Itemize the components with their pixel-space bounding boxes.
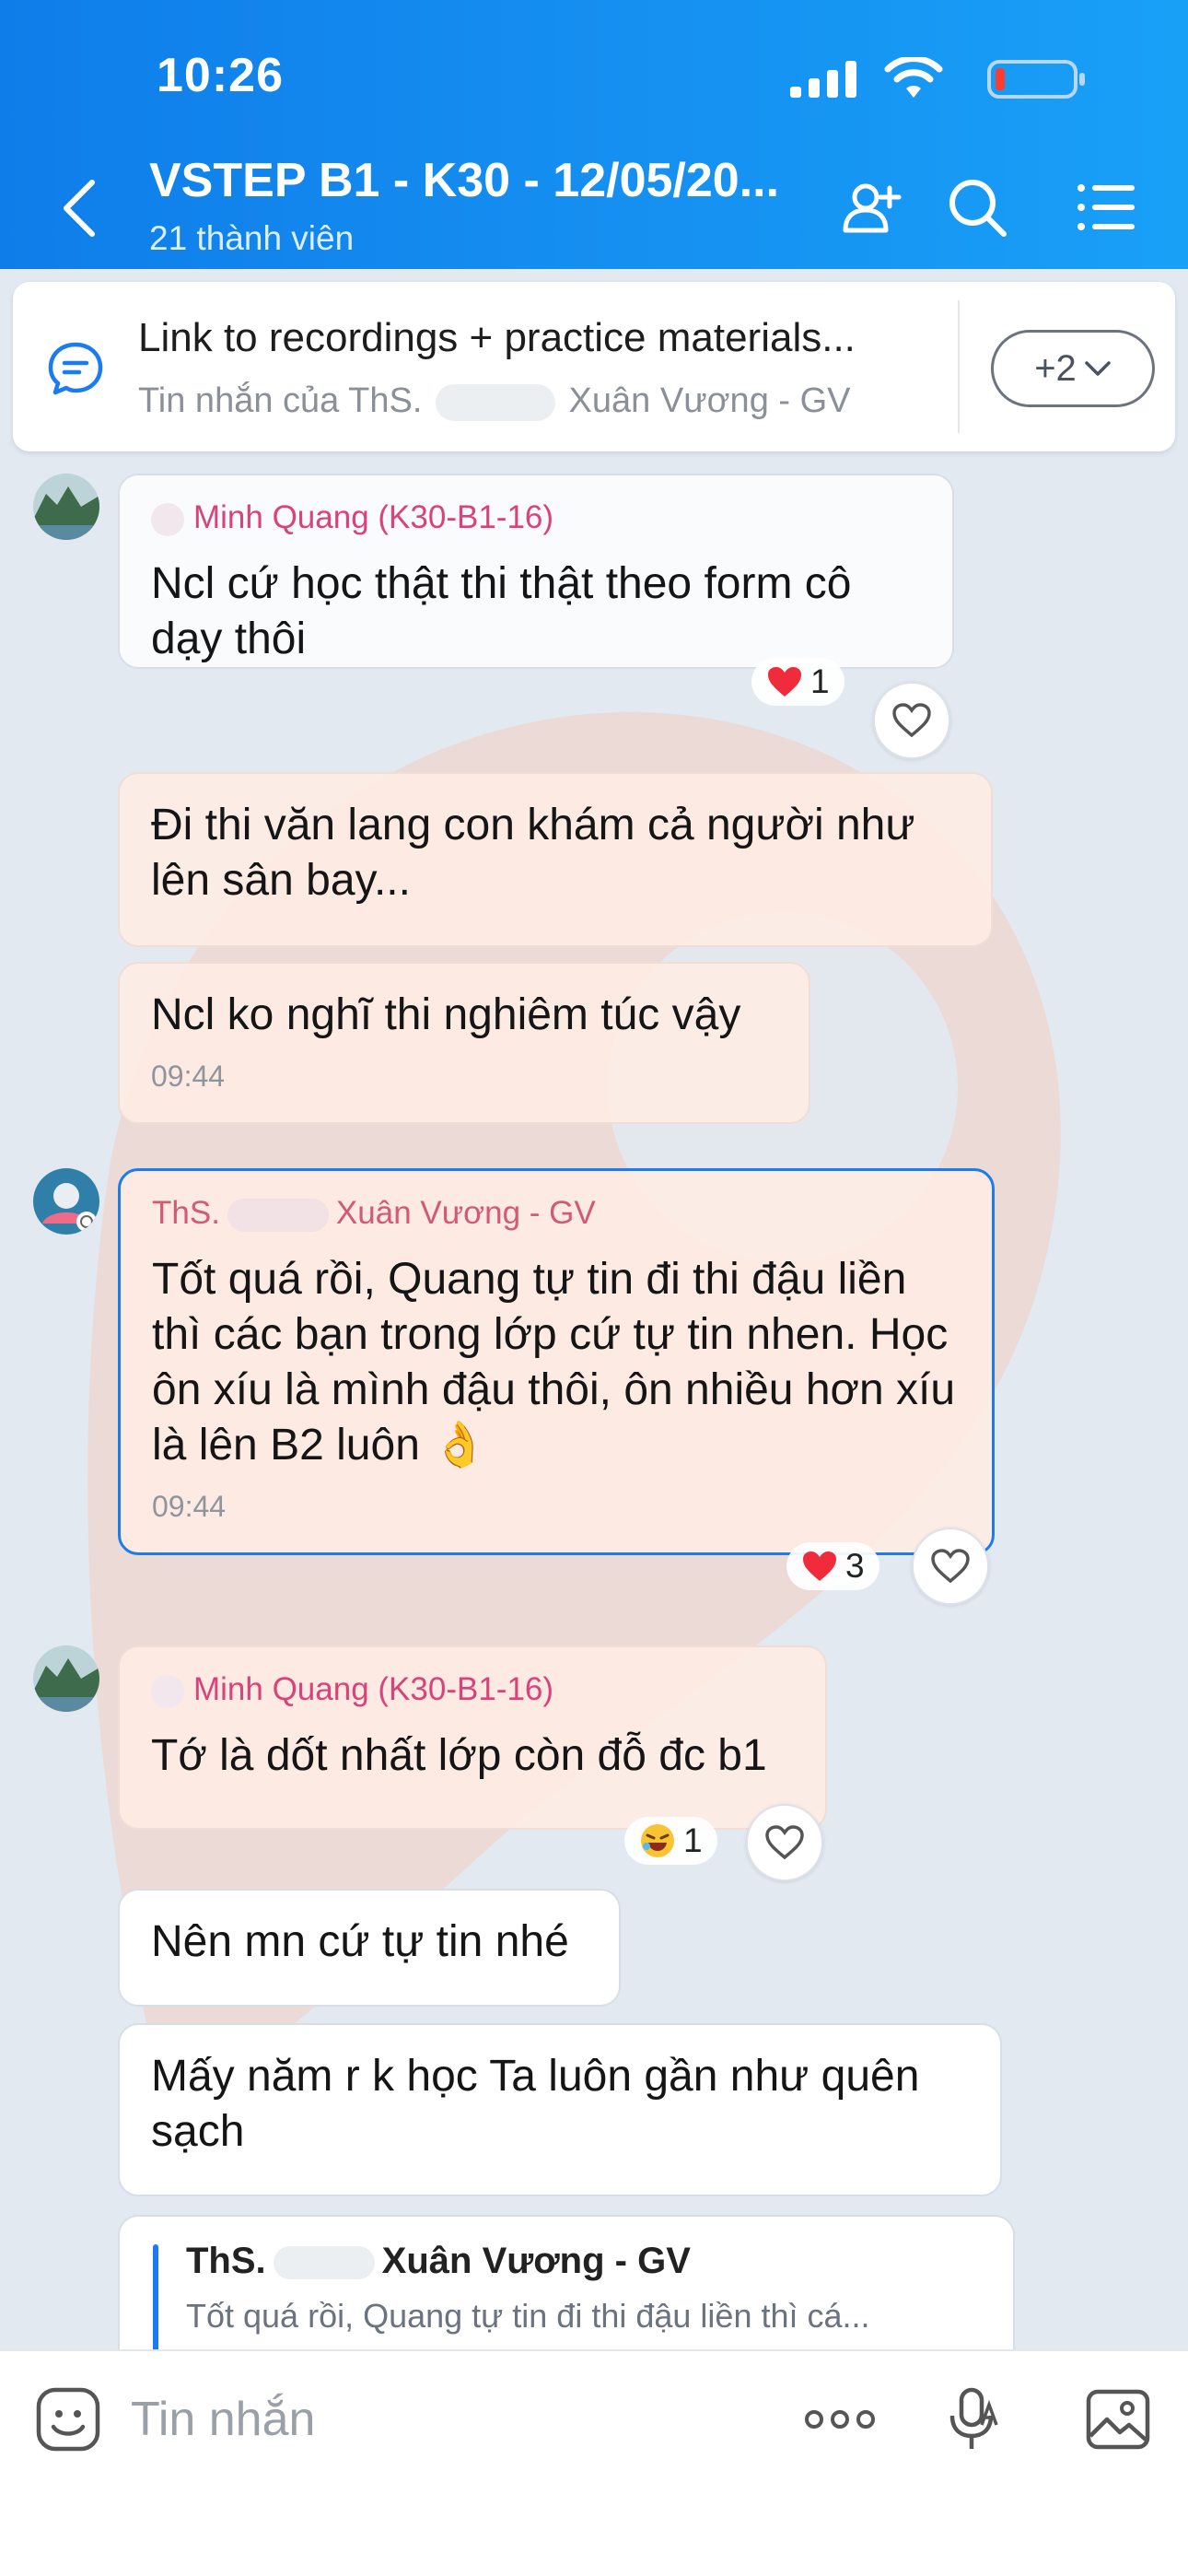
- message-text: Đi thi văn lang con khám cả người như lê…: [151, 801, 915, 905]
- sender-name: Minh Quang (K30-B1-16): [151, 499, 921, 536]
- chat-bubble-icon: [48, 342, 103, 395]
- image-gallery-icon[interactable]: [1083, 2384, 1153, 2454]
- heart-outline-icon: [765, 1825, 804, 1860]
- message-text: Nên mn cứ tự tin nhé: [151, 1917, 569, 1966]
- pinned-message-banner[interactable]: Link to recordings + practice materials.…: [13, 282, 1175, 451]
- redacted-name: [227, 1198, 329, 1232]
- avatar[interactable]: [33, 474, 99, 540]
- redacted-name: [273, 2246, 375, 2280]
- pinned-title: Link to recordings + practice materials.…: [138, 315, 856, 360]
- reply-message-bubble[interactable]: ThS. Xuân Vương - GV Tốt quá rồi, Quang t…: [118, 2215, 1015, 2349]
- back-button[interactable]: [55, 175, 105, 241]
- quoted-sender: ThS. Xuân Vương - GV: [186, 2241, 691, 2281]
- message-bubble[interactable]: Ncl ko nghĩ thi nghiêm túc vậy 09:44: [118, 962, 810, 1124]
- message-input[interactable]: Tin nhắn: [131, 2392, 315, 2447]
- message-text: Tốt quá rồi, Quang tự tin đi thi đậu liề…: [152, 1255, 956, 1469]
- message-text: Tớ là dốt nhất lớp còn đỗ đc b1: [151, 1731, 767, 1780]
- message-bubble[interactable]: Đi thi văn lang con khám cả người như lê…: [118, 772, 993, 947]
- sender-name: Minh Quang (K30-B1-16): [151, 1671, 794, 1708]
- like-button[interactable]: [912, 1528, 989, 1605]
- message-bubble[interactable]: Nên mn cứ tự tin nhé: [118, 1889, 621, 2007]
- more-options-icon[interactable]: [801, 2384, 879, 2454]
- redacted-name: [435, 383, 555, 421]
- message-list[interactable]: Minh Quang (K30-B1-16) Ncl cứ học thật t…: [0, 453, 1188, 2349]
- reaction-count[interactable]: 3: [786, 1542, 879, 1590]
- message-text: Ncl cứ học thật thi thật theo form cô dạ…: [151, 559, 852, 663]
- search-icon[interactable]: [945, 175, 1009, 240]
- message-time: 09:44: [152, 1490, 227, 1523]
- avatar[interactable]: [33, 1168, 99, 1235]
- pinned-author-suffix: Xuân Vương - GV: [568, 381, 851, 420]
- status-time: 10:26: [157, 49, 284, 102]
- heart-icon: [803, 1551, 836, 1581]
- redacted-name: [151, 1674, 184, 1708]
- reply-indicator: [153, 2244, 158, 2349]
- divider: [958, 300, 960, 433]
- message-bubble[interactable]: Mấy năm r k học Ta luôn gần như quên sạc…: [118, 2023, 1002, 2196]
- pinned-author-prefix: Tin nhắn của ThS.: [138, 381, 423, 420]
- message-bubble[interactable]: Minh Quang (K30-B1-16) Tớ là dốt nhất lớ…: [118, 1645, 827, 1830]
- voice-to-text-icon[interactable]: [939, 2384, 1009, 2454]
- reaction-count[interactable]: 1: [624, 1817, 717, 1865]
- menu-list-icon[interactable]: [1074, 175, 1138, 240]
- wifi-icon: [884, 57, 943, 98]
- chevron-down-icon: [1085, 361, 1111, 376]
- message-text: Mấy năm r k học Ta luôn gần như quên sạc…: [151, 2052, 920, 2156]
- add-member-icon[interactable]: [840, 175, 904, 240]
- pinned-more-button[interactable]: +2: [991, 330, 1155, 407]
- laughing-emoji-icon: [641, 1824, 674, 1857]
- member-count[interactable]: 21 thành viên: [149, 219, 354, 258]
- chat-header: 10:26 VSTEP B1 - K30 - 12/05/20... 21 th…: [0, 0, 1188, 269]
- message-bubble[interactable]: Minh Quang (K30-B1-16) Ncl cứ học thật t…: [118, 474, 954, 669]
- heart-icon: [768, 667, 801, 697]
- quoted-text: Tốt quá rồi, Quang tự tin đi thi đậu liề…: [186, 2297, 870, 2335]
- chat-title[interactable]: VSTEP B1 - K30 - 12/05/20...: [149, 153, 812, 208]
- reaction-count[interactable]: 1: [751, 658, 844, 706]
- like-button[interactable]: [873, 682, 950, 759]
- message-bubble-selected[interactable]: ThS. Xuân Vương - GV Tốt quá rồi, Quang t…: [118, 1168, 995, 1555]
- heart-outline-icon: [931, 1549, 970, 1584]
- heart-outline-icon: [892, 703, 931, 738]
- message-text: Ncl ko nghĩ thi nghiêm túc vậy: [151, 990, 741, 1039]
- pinned-more-label: +2: [1034, 347, 1077, 389]
- battery-icon: [987, 60, 1085, 99]
- message-time: 09:44: [151, 1060, 226, 1093]
- like-button[interactable]: [746, 1804, 823, 1881]
- signal-icon: [790, 61, 856, 98]
- pinned-author: Tin nhắn của ThS. Xuân Vương - GV: [138, 381, 851, 421]
- message-input-bar: Tin nhắn: [0, 2349, 1188, 2576]
- redacted-name: [151, 502, 184, 536]
- avatar[interactable]: [33, 1645, 99, 1712]
- sticker-icon[interactable]: [33, 2384, 103, 2454]
- sender-name: ThS. Xuân Vương - GV: [152, 1195, 596, 1232]
